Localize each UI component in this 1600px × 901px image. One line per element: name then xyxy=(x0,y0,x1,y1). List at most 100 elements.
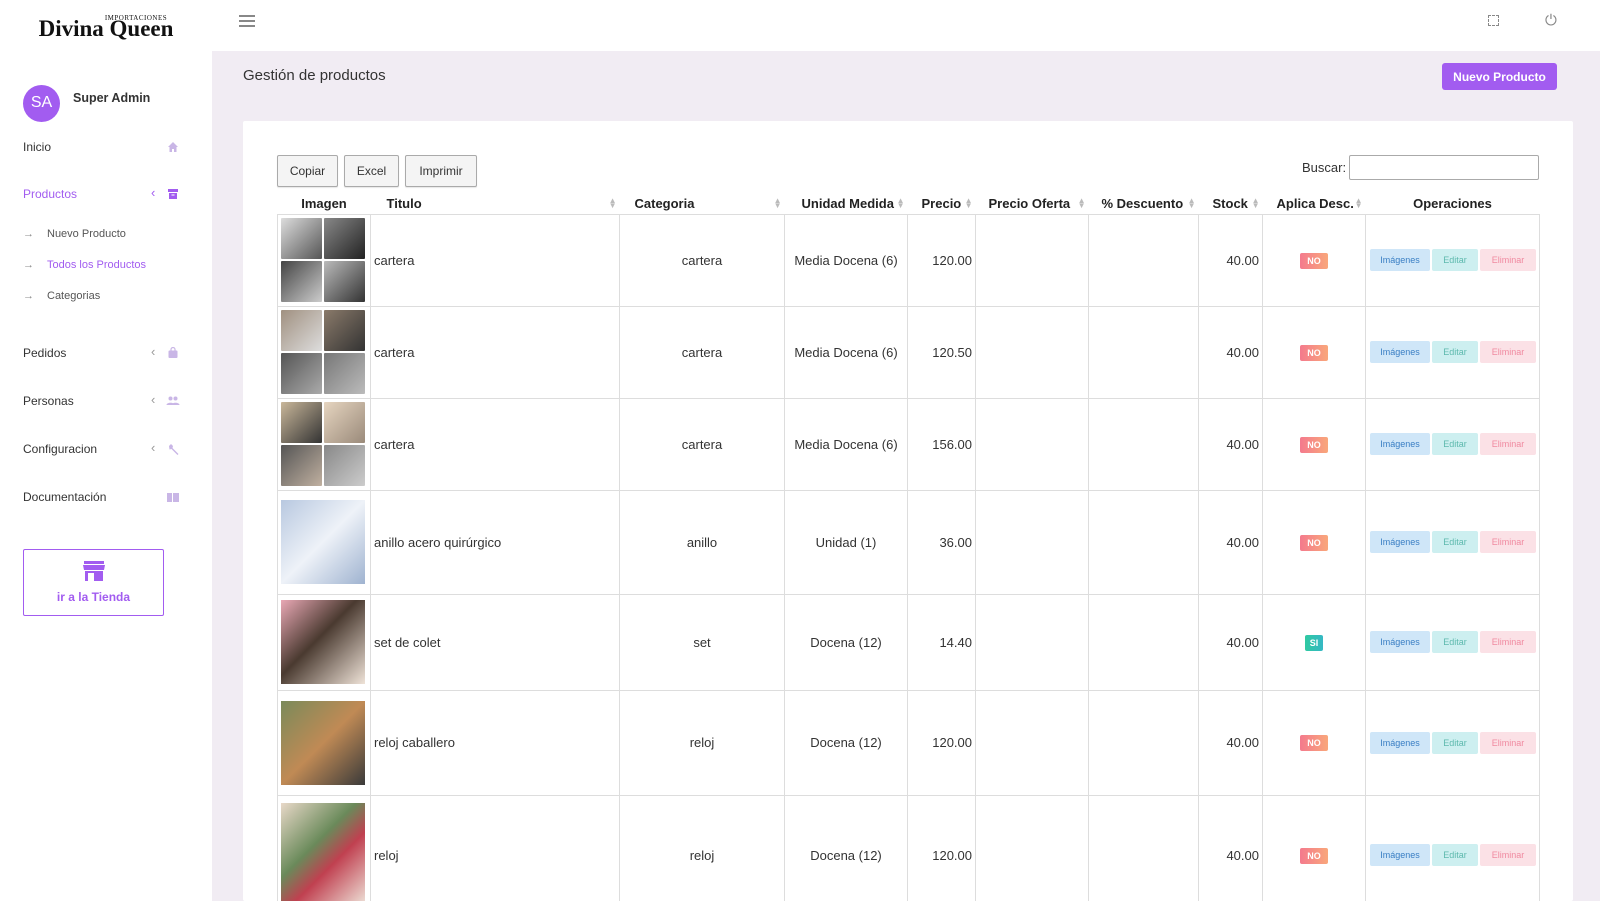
column-header-titulo[interactable]: Titulo ▲ ▼ xyxy=(371,193,620,214)
edit-button[interactable]: Editar xyxy=(1432,341,1478,363)
store-button-label: ir a la Tienda xyxy=(56,590,131,604)
user-name: Super Admin xyxy=(73,91,151,105)
arrow-right-icon: → xyxy=(23,259,34,271)
cell-precio-oferta xyxy=(975,489,1089,595)
sort-icon: ▲ ▼ xyxy=(1187,196,1196,210)
delete-button[interactable]: Eliminar xyxy=(1480,433,1536,455)
edit-button[interactable]: Editar xyxy=(1432,631,1478,653)
product-thumbnail[interactable] xyxy=(281,310,365,394)
search-label: Buscar: xyxy=(1302,160,1347,175)
column-header-imagen: Imagen xyxy=(278,193,371,214)
table-row: cartera cartera Media Docena (6) 120.50 … xyxy=(277,305,1540,399)
product-thumbnail[interactable] xyxy=(281,700,365,785)
brand-logo[interactable]: IMPORTACIONES Divina Queen xyxy=(0,0,212,50)
edit-button[interactable]: Editar xyxy=(1432,844,1478,866)
column-header-precio-oferta[interactable]: Precio Oferta ▲ ▼ xyxy=(976,193,1089,214)
power-icon[interactable]: ⏻ xyxy=(1545,12,1557,29)
cell-operaciones: Imágenes Editar Eliminar xyxy=(1365,489,1540,595)
cell-stock: 40.00 xyxy=(1198,489,1263,595)
cell-descuento xyxy=(1088,593,1199,691)
people-icon xyxy=(165,393,181,409)
product-thumbnail[interactable] xyxy=(281,803,365,901)
images-button[interactable]: Imágenes xyxy=(1370,631,1430,653)
print-button[interactable]: Imprimir xyxy=(405,155,477,187)
cell-unidad: Unidad (1) xyxy=(784,489,908,595)
sidebar-subitem-categorias[interactable]: → Categorias xyxy=(23,287,100,305)
cell-descuento xyxy=(1088,689,1199,796)
cell-titulo: anillo acero quirúrgico xyxy=(370,489,620,595)
cell-precio: 120.00 xyxy=(907,213,976,307)
images-button[interactable]: Imágenes xyxy=(1370,249,1430,271)
cell-precio: 120.50 xyxy=(907,305,976,399)
sidebar-item-productos[interactable]: Productos ‹ xyxy=(23,182,183,206)
delete-button[interactable]: Eliminar xyxy=(1480,249,1536,271)
images-button[interactable]: Imágenes xyxy=(1370,341,1430,363)
edit-button[interactable]: Editar xyxy=(1432,731,1478,754)
sidebar-subitem-todos-productos[interactable]: → Todos los Productos xyxy=(23,256,146,274)
chevron-left-icon: ‹ xyxy=(151,344,156,359)
product-thumbnail[interactable] xyxy=(281,600,365,684)
sort-icon: ▲ ▼ xyxy=(1077,196,1086,210)
cell-descuento xyxy=(1088,397,1199,491)
column-header-unidad[interactable]: Unidad Medida ▲ ▼ xyxy=(785,193,908,214)
copy-button[interactable]: Copiar xyxy=(277,155,338,187)
delete-button[interactable]: Eliminar xyxy=(1480,631,1536,653)
column-header-aplica[interactable]: Aplica Desc. ▲ ▼ xyxy=(1263,193,1366,214)
sidebar-item-configuracion[interactable]: Configuracion ‹ xyxy=(23,437,183,461)
sidebar-item-pedidos[interactable]: Pedidos ‹ xyxy=(23,341,183,365)
cell-image xyxy=(277,213,371,307)
cell-unidad: Media Docena (6) xyxy=(784,397,908,491)
cell-precio-oferta xyxy=(975,213,1089,307)
cell-categoria: reloj xyxy=(619,794,785,901)
images-button[interactable]: Imágenes xyxy=(1370,433,1430,455)
delete-button[interactable]: Eliminar xyxy=(1480,844,1536,866)
cell-image xyxy=(277,489,371,595)
column-header-precio[interactable]: Precio ▲ ▼ xyxy=(908,193,976,214)
sidebar-item-label: Personas xyxy=(23,394,74,408)
sidebar-item-documentacion[interactable]: Documentación xyxy=(23,485,183,509)
go-to-store-button[interactable]: ir a la Tienda xyxy=(23,549,164,616)
delete-button[interactable]: Eliminar xyxy=(1480,341,1536,363)
avatar: SA xyxy=(23,84,60,122)
table-row: cartera cartera Media Docena (6) 156.00 … xyxy=(277,397,1540,491)
edit-button[interactable]: Editar xyxy=(1432,433,1478,455)
status-badge: NO xyxy=(1300,735,1328,751)
search-input[interactable] xyxy=(1349,155,1539,180)
cell-titulo: reloj caballero xyxy=(370,689,620,796)
sidebar-item-label: Documentación xyxy=(23,490,107,504)
menu-toggle-icon[interactable] xyxy=(239,15,255,27)
cell-categoria: cartera xyxy=(619,213,785,307)
images-button[interactable]: Imágenes xyxy=(1370,844,1430,866)
sidebar-item-inicio[interactable]: Inicio xyxy=(23,135,183,159)
column-header-categoria[interactable]: Categoria ▲ ▼ xyxy=(620,193,785,214)
sort-icon: ▲ ▼ xyxy=(964,196,973,210)
cell-aplica: NO xyxy=(1262,489,1366,595)
images-button[interactable]: Imágenes xyxy=(1370,731,1430,754)
edit-button[interactable]: Editar xyxy=(1432,531,1478,553)
product-thumbnail[interactable] xyxy=(281,402,365,486)
cell-operaciones: Imágenes Editar Eliminar xyxy=(1365,397,1540,491)
column-header-descuento[interactable]: % Descuento ▲ ▼ xyxy=(1089,193,1199,214)
chevron-left-icon: ‹ xyxy=(151,392,156,407)
sidebar-subitem-nuevo-producto[interactable]: → Nuevo Producto xyxy=(23,225,126,243)
status-badge: NO xyxy=(1300,436,1328,453)
new-product-button[interactable]: Nuevo Producto xyxy=(1442,63,1557,90)
user-profile[interactable]: SA Super Admin xyxy=(0,50,212,138)
cell-stock: 40.00 xyxy=(1198,794,1263,901)
sidebar-item-personas[interactable]: Personas ‹ xyxy=(23,389,183,413)
cell-categoria: cartera xyxy=(619,397,785,491)
column-header-label: Imagen xyxy=(301,195,347,211)
cell-precio: 120.00 xyxy=(907,794,976,901)
delete-button[interactable]: Eliminar xyxy=(1480,531,1536,553)
column-header-label: Precio xyxy=(921,195,962,211)
delete-button[interactable]: Eliminar xyxy=(1480,731,1536,754)
cell-unidad: Docena (12) xyxy=(784,689,908,796)
table-row: anillo acero quirúrgico anillo Unidad (1… xyxy=(277,489,1540,595)
images-button[interactable]: Imágenes xyxy=(1370,531,1430,553)
fullscreen-icon[interactable] xyxy=(1488,15,1499,26)
product-thumbnail[interactable] xyxy=(281,218,365,302)
product-thumbnail[interactable] xyxy=(281,500,365,584)
edit-button[interactable]: Editar xyxy=(1432,249,1478,271)
excel-button[interactable]: Excel xyxy=(344,155,399,187)
column-header-stock[interactable]: Stock ▲ ▼ xyxy=(1199,193,1263,214)
